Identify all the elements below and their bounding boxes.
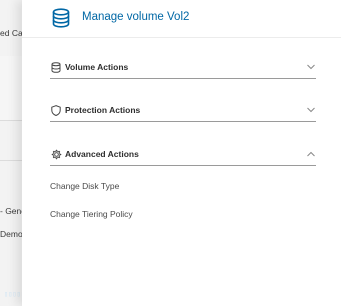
- section-label: Protection Actions: [65, 105, 141, 115]
- chevron-up-icon: [307, 151, 315, 157]
- shield-icon: [51, 105, 61, 116]
- screen: ed Ca - Gene Demo ▯▯▯▯▯▯▯▯▯▯▯▯▯▯▯▯▯▯▯▯ ▯…: [0, 0, 341, 306]
- panel-header: Manage volume Vol2: [22, 0, 341, 38]
- section-label: Advanced Actions: [65, 149, 139, 159]
- manage-volume-panel: Manage volume Vol2 Volume Actions Protec…: [22, 0, 341, 306]
- section-label: Volume Actions: [65, 62, 129, 72]
- section-protection-actions[interactable]: Protection Actions: [50, 100, 316, 122]
- panel-title: Manage volume Vol2: [82, 11, 190, 23]
- section-volume-actions[interactable]: Volume Actions: [50, 57, 316, 79]
- section-advanced-actions[interactable]: Advanced Actions: [50, 144, 316, 166]
- gear-icon: [51, 149, 62, 160]
- change-tiering-policy-link[interactable]: Change Tiering Policy: [50, 209, 133, 219]
- change-disk-type-link[interactable]: Change Disk Type: [50, 181, 119, 191]
- chevron-down-icon: [307, 64, 315, 70]
- database-icon: [52, 8, 70, 28]
- chevron-down-icon: [307, 107, 315, 113]
- database-icon: [51, 62, 61, 73]
